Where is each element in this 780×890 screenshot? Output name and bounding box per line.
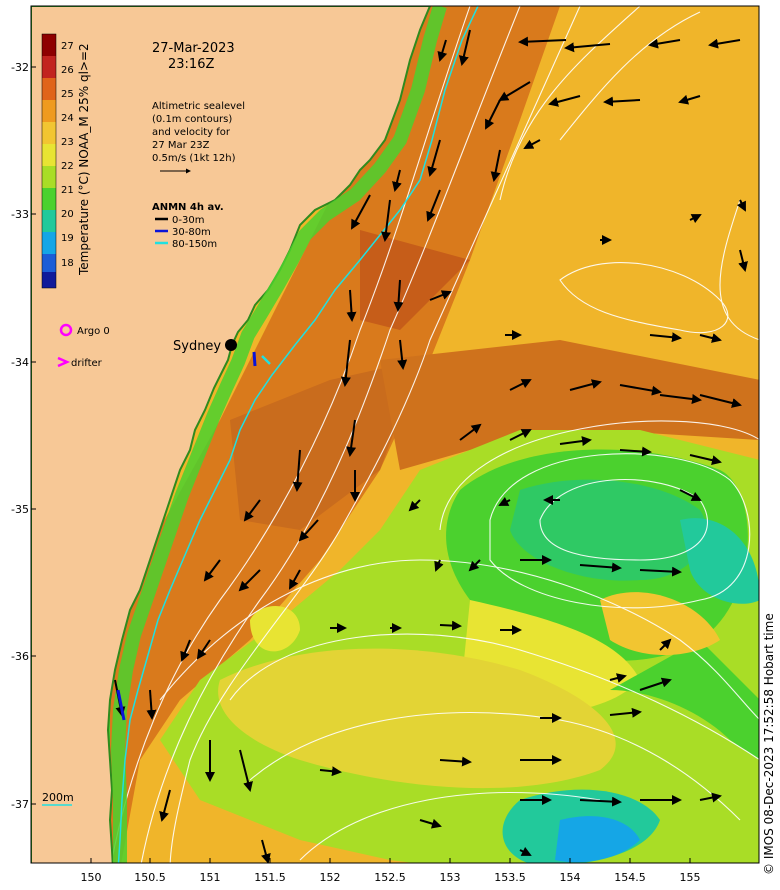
lat-tick-label: -35	[11, 503, 29, 516]
colorbar-tick-label: 20	[61, 209, 74, 220]
altimetry-legend-line: 0.5m/s (1kt 12h)	[152, 153, 236, 164]
colorbar-tick-label: 27	[61, 41, 74, 52]
lat-tick-label: -37	[11, 798, 29, 811]
altimetry-legend-line: 27 Mar 23Z	[152, 140, 210, 151]
colorbar-tick-label: 25	[61, 89, 74, 100]
lon-tick-label: 152	[320, 871, 341, 884]
colorbar-tick-label: 22	[61, 161, 74, 172]
sydney-label: Sydney	[173, 339, 221, 354]
lat-tick-label: -32	[11, 61, 29, 74]
lon-tick-label: 150	[81, 871, 102, 884]
lon-tick-label: 153.5	[494, 871, 526, 884]
lon-tick-label: 151.5	[254, 871, 286, 884]
lat-tick-label: -33	[11, 208, 29, 221]
colorbar-tick-label: 26	[61, 65, 74, 76]
lon-tick-label: 154	[560, 871, 581, 884]
lon-tick-label: 152.5	[374, 871, 406, 884]
anmn-item-label: 80-150m	[172, 239, 217, 250]
colorbar	[41, 33, 57, 289]
lat-tick-label: -34	[11, 356, 29, 369]
sst-map: -32 -33 -34 -35 -36 -37 150 150.5 151 15…	[11, 5, 760, 884]
anmn-item-label: 30-80m	[172, 227, 211, 238]
lon-tick-label: 155	[680, 871, 701, 884]
colorbar-label: Temperature (°C) NOAA_M 25% ql>=2	[77, 43, 91, 276]
map-date: 27-Mar-2023	[152, 41, 235, 56]
lat-tick-label: -36	[11, 650, 29, 663]
altimetry-legend-line: Altimetric sealevel	[152, 101, 245, 112]
colorbar-tick-label: 18	[61, 258, 74, 269]
drifter-label: drifter	[71, 358, 103, 369]
isobath-label: 200m	[42, 791, 74, 804]
mooring-vector-deep	[252, 351, 257, 367]
altimetry-legend-line: and velocity for	[152, 127, 231, 138]
colorbar-tick-label: 23	[61, 137, 74, 148]
sydney-marker	[225, 339, 237, 351]
lon-tick-label: 154.5	[614, 871, 646, 884]
lon-tick-label: 153	[440, 871, 461, 884]
colorbar-tick-label: 24	[61, 113, 74, 124]
lon-tick-label: 150.5	[134, 871, 166, 884]
lon-tick-label: 151	[200, 871, 221, 884]
colorbar-tick-label: 21	[61, 185, 74, 196]
colorbar-tick-label: 19	[61, 233, 74, 244]
altimetry-legend-line: (0.1m contours)	[152, 114, 232, 125]
map-time: 23:16Z	[168, 57, 214, 72]
credit-text: © IMOS 08-Dec-2023 17:52:58 Hobart time	[762, 613, 776, 875]
anmn-item-label: 0-30m	[172, 215, 204, 226]
argo-label: Argo 0	[77, 326, 110, 337]
anmn-legend-title: ANMN 4h av.	[152, 202, 224, 213]
